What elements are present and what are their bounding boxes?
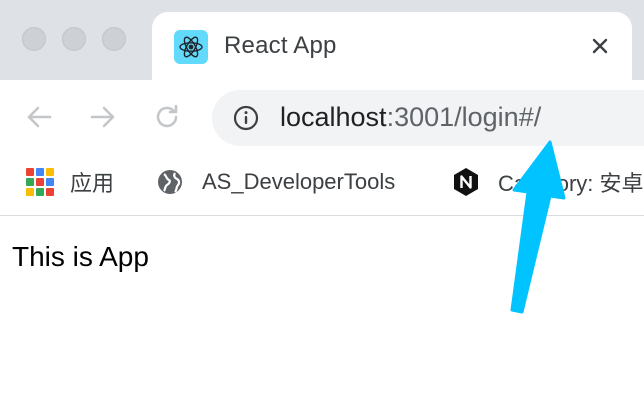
url-path: :3001/login#/ [386, 102, 542, 132]
nginx-hexagon-icon [454, 168, 478, 196]
info-icon[interactable] [232, 104, 260, 132]
close-icon[interactable] [586, 32, 614, 60]
window-close-dot[interactable] [22, 27, 46, 51]
tab-title: React App [224, 32, 337, 59]
window-titlebar: React App [0, 0, 644, 80]
browser-tab[interactable]: React App [152, 12, 632, 80]
page-text: This is App [12, 241, 149, 272]
address-bar[interactable]: localhost:3001/login#/ [212, 90, 644, 146]
bookmark-category[interactable]: Category: 安卓 [452, 166, 644, 198]
bookmark-label: 应用 [70, 171, 115, 196]
address-url[interactable]: localhost:3001/login#/ [280, 102, 541, 133]
window-zoom-dot[interactable] [102, 27, 126, 51]
reload-icon[interactable] [150, 100, 184, 134]
globe-icon [158, 170, 182, 194]
react-icon [174, 30, 208, 64]
forward-arrow-icon[interactable] [86, 100, 120, 134]
browser-toolbar: localhost:3001/login#/ [0, 80, 644, 154]
apps-grid-icon [26, 168, 54, 196]
bookmark-label: Category: 安卓 [498, 171, 644, 196]
bookmark-as-developertools[interactable]: AS_DeveloperTools [156, 166, 395, 198]
bookmark-apps[interactable]: 应用 [26, 166, 114, 198]
window-minimize-dot[interactable] [62, 27, 86, 51]
url-host: localhost [280, 102, 387, 132]
bookmarks-bar: 应用 AS_DeveloperTools Category: 安卓 [0, 154, 644, 216]
page-viewport: This is App [0, 217, 644, 410]
back-arrow-icon[interactable] [22, 100, 56, 134]
bookmark-label: AS_DeveloperTools [202, 169, 396, 194]
